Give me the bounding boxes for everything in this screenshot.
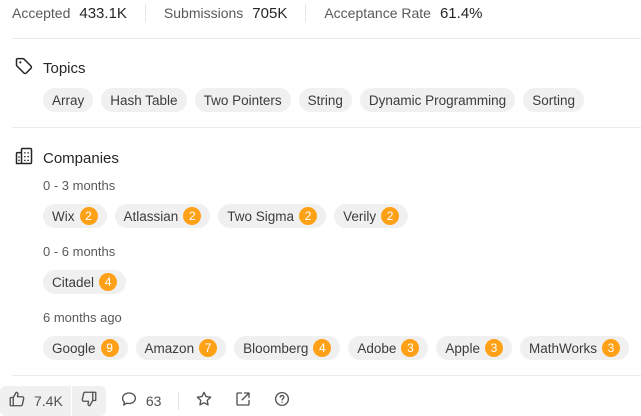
company-name: Wix: [52, 208, 75, 224]
company-name: Apple: [445, 340, 480, 356]
share-icon: [234, 390, 252, 413]
company-name: Google: [52, 340, 96, 356]
topic-tag[interactable]: Array: [43, 88, 94, 112]
section-divider: [12, 127, 641, 128]
help-icon: [273, 390, 291, 413]
company-tag[interactable]: Wix 2: [43, 204, 107, 228]
topic-tag[interactable]: String: [298, 88, 352, 112]
submissions-stat: Submissions 705K: [164, 5, 287, 22]
company-name: Verily: [343, 208, 377, 224]
tag-icon: [14, 56, 34, 81]
accepted-stat: Accepted 433.1K: [12, 5, 127, 22]
company-tags: Google 9 Amazon 7 Bloomberg 4 Adobe 3 Apple 3…: [43, 336, 629, 360]
company-period-label: 6 months ago: [43, 310, 122, 325]
accepted-label: Accepted: [12, 4, 71, 21]
company-tag[interactable]: Amazon 7: [135, 336, 227, 360]
action-bar: 7.4K 63: [0, 386, 291, 416]
company-tags: Wix 2 Atlassian 2 Two Sigma 2 Verily 2: [43, 204, 409, 228]
company-count-badge: 2: [79, 207, 98, 225]
companies-header[interactable]: Companies: [14, 146, 119, 171]
topic-tag[interactable]: Dynamic Programming: [359, 88, 516, 112]
favorite-button[interactable]: [195, 390, 213, 413]
company-count-badge: 2: [381, 207, 400, 225]
topic-tags: Array Hash Table Two Pointers String Dyn…: [43, 88, 584, 112]
company-name: Adobe: [357, 340, 397, 356]
company-tag[interactable]: Citadel 4: [43, 270, 127, 294]
company-count-badge: 7: [199, 339, 218, 357]
companies-title: Companies: [43, 150, 119, 167]
company-count-badge: 2: [183, 207, 202, 225]
company-count-badge: 3: [401, 339, 420, 357]
acceptance-rate-stat: Acceptance Rate 61.4%: [324, 5, 482, 22]
stat-divider: [305, 4, 307, 22]
company-tag[interactable]: Verily 2: [334, 204, 409, 228]
comments-button[interactable]: 63: [120, 390, 162, 413]
company-name: Atlassian: [123, 208, 179, 224]
submissions-label: Submissions: [163, 4, 244, 21]
section-divider: [12, 375, 641, 376]
company-tag[interactable]: Adobe 3: [348, 336, 429, 360]
company-tag[interactable]: Two Sigma 2: [218, 204, 327, 228]
stats-row: Accepted 433.1K Submissions 705K Accepta…: [12, 0, 483, 26]
company-tag[interactable]: MathWorks 3: [519, 336, 629, 360]
company-period-label: 0 - 3 months: [43, 178, 116, 193]
company-count-badge: 9: [100, 339, 119, 357]
topic-tag[interactable]: Two Pointers: [194, 88, 291, 112]
acceptance-rate-value: 61.4%: [439, 4, 483, 22]
company-period-label: 0 - 6 months: [43, 244, 116, 259]
vote-group: 7.4K: [0, 386, 106, 416]
company-count-badge: 4: [99, 273, 118, 291]
company-tag[interactable]: Google 9: [43, 336, 128, 360]
thumbs-down-icon: [80, 390, 98, 413]
accepted-value: 433.1K: [79, 4, 127, 22]
company-name: Citadel: [52, 274, 95, 290]
stat-divider: [144, 4, 146, 22]
topics-header[interactable]: Topics: [14, 56, 86, 81]
company-tag[interactable]: Apple 3: [436, 336, 512, 360]
company-name: Bloomberg: [243, 340, 309, 356]
comment-icon: [120, 390, 138, 413]
comment-count: 63: [145, 393, 162, 409]
dislike-button[interactable]: [72, 386, 106, 416]
like-button[interactable]: 7.4K: [0, 386, 71, 416]
thumbs-up-icon: [8, 390, 26, 413]
company-count-badge: 4: [313, 339, 332, 357]
company-name: MathWorks: [528, 340, 597, 356]
company-tags: Citadel 4: [43, 270, 127, 294]
company-tag[interactable]: Atlassian 2: [114, 204, 211, 228]
share-button[interactable]: [234, 390, 252, 413]
section-divider: [12, 38, 641, 39]
company-count-badge: 3: [601, 339, 620, 357]
company-name: Amazon: [144, 340, 195, 356]
topics-title: Topics: [43, 60, 86, 77]
company-count-badge: 3: [484, 339, 503, 357]
company-tag[interactable]: Bloomberg 4: [234, 336, 341, 360]
topic-tag[interactable]: Sorting: [523, 88, 584, 112]
acceptance-rate-label: Acceptance Rate: [324, 4, 431, 21]
footer-divider: [178, 392, 180, 410]
star-icon: [195, 390, 213, 413]
company-count-badge: 2: [299, 207, 318, 225]
like-count: 7.4K: [34, 393, 63, 409]
buildings-icon: [14, 146, 34, 171]
help-button[interactable]: [273, 390, 291, 413]
company-name: Two Sigma: [227, 208, 295, 224]
topic-tag[interactable]: Hash Table: [101, 88, 187, 112]
submissions-value: 705K: [252, 4, 288, 22]
